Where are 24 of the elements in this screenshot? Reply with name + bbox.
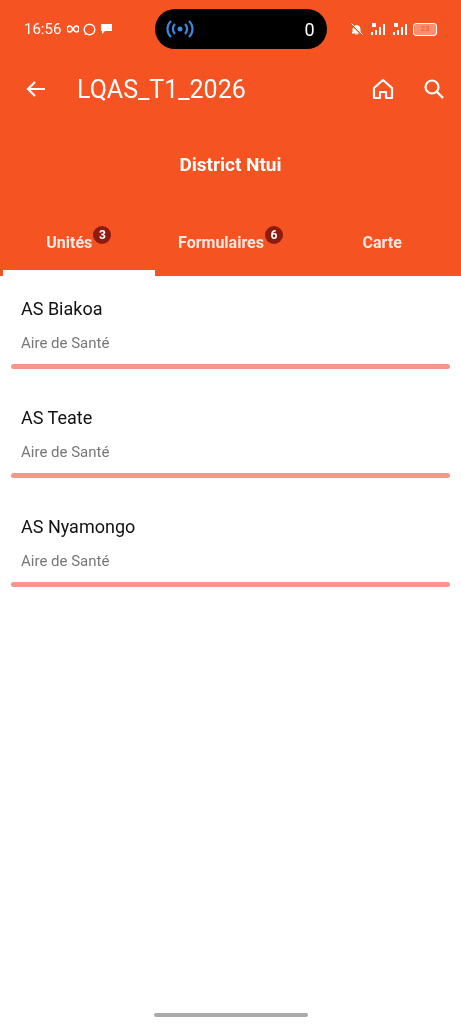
bell-muted-icon	[350, 22, 363, 36]
signal-icon	[391, 22, 407, 36]
broadcast-icon	[164, 18, 195, 40]
district-title: District Ntui	[179, 152, 282, 176]
message-icon	[100, 23, 114, 35]
unit-name[interactable]: AS Biakoa	[11, 298, 450, 319]
unit-type: Aire de Santé	[20, 443, 111, 461]
tab[interactable]: Formulaires 6	[154, 208, 307, 276]
count-badge: 3	[93, 226, 112, 244]
tab[interactable]: Unités 3	[3, 208, 155, 276]
unit-name[interactable]: AS Teate	[11, 407, 450, 428]
home-icon[interactable]	[371, 78, 395, 100]
pill-count: 0	[304, 18, 315, 40]
unit-name[interactable]: AS Nyamongo	[11, 516, 450, 537]
infinity-icon	[67, 25, 80, 33]
count-badge: 6	[264, 226, 283, 244]
search-icon[interactable]	[423, 78, 445, 100]
battery-icon: 23	[413, 22, 437, 36]
chat-bubble-icon	[83, 22, 97, 36]
unit-type: Aire de Santé	[20, 334, 111, 352]
status-time: 16:56	[24, 20, 62, 38]
signal-icon	[369, 22, 385, 36]
unit-type: Aire de Santé	[20, 552, 111, 570]
app-title: LQAS_T1_2026	[77, 74, 247, 104]
